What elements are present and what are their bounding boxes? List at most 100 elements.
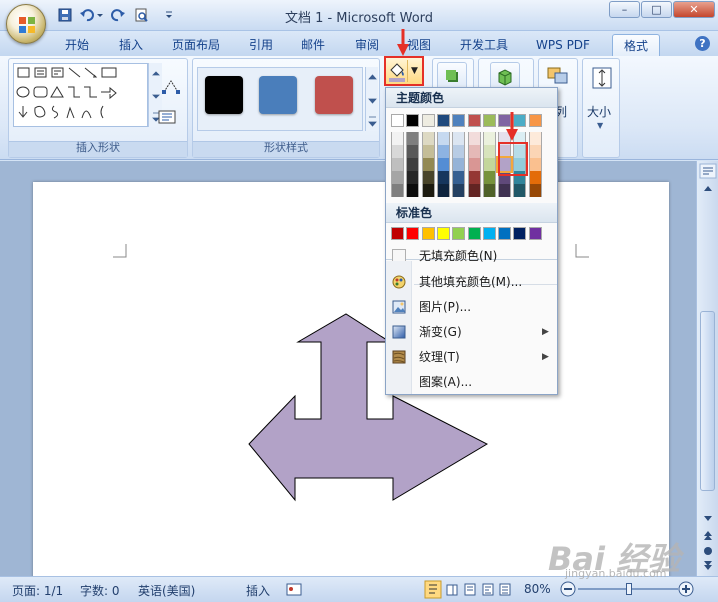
theme-shade-swatch[interactable] [436, 132, 450, 145]
shape-fill-dropdown-icon[interactable]: ▼ [407, 60, 421, 82]
theme-shade-swatch[interactable] [391, 184, 404, 197]
theme-shade-swatch[interactable] [513, 184, 527, 197]
theme-shade-swatch[interactable] [528, 158, 542, 171]
theme-shade-swatch[interactable] [528, 132, 542, 145]
theme-shade-swatch[interactable] [482, 132, 496, 145]
page-count[interactable]: 页面: 1/1 [12, 582, 63, 599]
theme-shade-swatch[interactable] [528, 184, 542, 197]
tab-review[interactable]: 审阅 [346, 34, 388, 56]
more-fill-colors-item[interactable]: 其他填充颜色(M)... [386, 270, 557, 295]
scroll-up-icon[interactable] [699, 181, 717, 197]
theme-shade-swatch[interactable] [436, 184, 450, 197]
standard-color-swatch[interactable] [452, 227, 466, 240]
theme-shade-swatch[interactable] [467, 184, 481, 197]
dropdown-icon[interactable] [96, 7, 104, 23]
maximize-button[interactable]: □ [641, 1, 672, 18]
zoom-level[interactable]: 80% [524, 582, 551, 596]
tab-wps-pdf[interactable]: WPS PDF [528, 34, 598, 56]
gradient-fill-item[interactable]: 渐变(G) ▶ [386, 320, 557, 345]
theme-shade-swatch[interactable] [482, 184, 496, 197]
tab-insert[interactable]: 插入 [110, 34, 152, 56]
theme-shade-swatch[interactable] [391, 158, 404, 171]
text-box-icon[interactable] [157, 109, 177, 125]
word-count[interactable]: 字数: 0 [80, 582, 120, 599]
shape-fill-button[interactable]: ▼ [384, 56, 424, 86]
standard-color-swatch[interactable] [513, 227, 527, 240]
document-page[interactable] [33, 182, 669, 582]
theme-shade-swatch[interactable] [421, 132, 435, 145]
theme-shade-swatch[interactable] [452, 145, 466, 158]
tab-format[interactable]: 格式 [612, 34, 660, 56]
theme-shade-swatch[interactable] [467, 145, 481, 158]
insert-mode[interactable]: 插入 [246, 582, 270, 599]
styles-gallery-scroll[interactable] [365, 67, 378, 131]
theme-color-swatch[interactable] [436, 114, 450, 127]
theme-shade-swatch[interactable] [452, 132, 466, 145]
standard-color-swatch[interactable] [391, 227, 404, 240]
theme-shade-swatch[interactable] [421, 184, 435, 197]
undo-icon[interactable] [79, 7, 95, 23]
scrollbar-thumb[interactable] [700, 311, 715, 491]
help-icon[interactable]: ? [695, 36, 710, 51]
edit-shape-icon[interactable] [161, 77, 181, 95]
theme-shade-swatch[interactable] [421, 171, 435, 184]
theme-shade-swatch[interactable] [421, 145, 435, 158]
redo-icon[interactable] [110, 7, 126, 23]
standard-color-swatch[interactable] [467, 227, 481, 240]
ruler-toggle-icon[interactable] [699, 163, 717, 179]
tab-references[interactable]: 引用 [240, 34, 282, 56]
standard-color-swatch[interactable] [421, 227, 435, 240]
office-button[interactable] [6, 4, 46, 44]
standard-color-swatch[interactable] [498, 227, 512, 240]
theme-color-swatch[interactable] [467, 114, 481, 127]
pattern-fill-item[interactable]: 图案(A)... [386, 370, 557, 395]
bring-forward-icon[interactable] [545, 65, 571, 87]
macro-record-icon[interactable] [286, 581, 302, 597]
theme-color-swatch[interactable] [406, 114, 420, 127]
theme-shade-swatch[interactable] [482, 158, 496, 171]
theme-shade-swatch[interactable] [436, 145, 450, 158]
theme-color-swatch[interactable] [452, 114, 466, 127]
theme-shade-swatch[interactable] [452, 158, 466, 171]
theme-shade-swatch[interactable] [436, 158, 450, 171]
save-icon[interactable] [57, 7, 73, 23]
customize-icon[interactable] [164, 7, 174, 23]
theme-shade-swatch[interactable] [391, 145, 404, 158]
theme-shade-swatch[interactable] [452, 171, 466, 184]
style-swatch-red[interactable] [315, 76, 353, 114]
language-status[interactable]: 英语(美国) [138, 582, 195, 599]
picture-fill-item[interactable]: 图片(P)... [386, 295, 557, 320]
standard-color-swatch[interactable] [528, 227, 542, 240]
tab-mailings[interactable]: 邮件 [292, 34, 334, 56]
theme-shade-swatch[interactable] [482, 145, 496, 158]
minimize-button[interactable]: – [609, 1, 640, 18]
theme-shade-swatch[interactable] [391, 171, 404, 184]
theme-shade-swatch[interactable] [482, 171, 496, 184]
style-swatch-blue[interactable] [259, 76, 297, 114]
theme-shade-swatch[interactable] [391, 132, 404, 145]
theme-shade-swatch[interactable] [498, 184, 512, 197]
theme-shade-swatch[interactable] [406, 184, 420, 197]
vertical-scrollbar[interactable] [696, 161, 718, 576]
standard-color-swatch[interactable] [482, 227, 496, 240]
print-preview-icon[interactable] [133, 7, 149, 23]
theme-shade-swatch[interactable] [406, 132, 420, 145]
standard-color-swatch[interactable] [406, 227, 420, 240]
theme-shade-swatch[interactable] [406, 171, 420, 184]
close-button[interactable]: ✕ [673, 1, 715, 18]
size-icon[interactable] [589, 65, 615, 91]
size-dropdown-icon[interactable]: ▼ [597, 121, 603, 130]
theme-shade-swatch[interactable] [406, 158, 420, 171]
zoom-slider-thumb[interactable] [626, 583, 632, 595]
theme-shade-swatch[interactable] [406, 145, 420, 158]
theme-shade-swatch[interactable] [436, 171, 450, 184]
shapes-gallery[interactable] [13, 63, 148, 127]
scroll-down-icon[interactable] [699, 511, 717, 525]
theme-color-swatch[interactable] [421, 114, 435, 127]
theme-color-swatch[interactable] [482, 114, 496, 127]
theme-shade-swatch[interactable] [452, 184, 466, 197]
tab-page-layout[interactable]: 页面布局 [164, 34, 228, 56]
style-swatch-black[interactable] [205, 76, 243, 114]
standard-color-swatch[interactable] [436, 227, 450, 240]
tab-developer[interactable]: 开发工具 [452, 34, 516, 56]
